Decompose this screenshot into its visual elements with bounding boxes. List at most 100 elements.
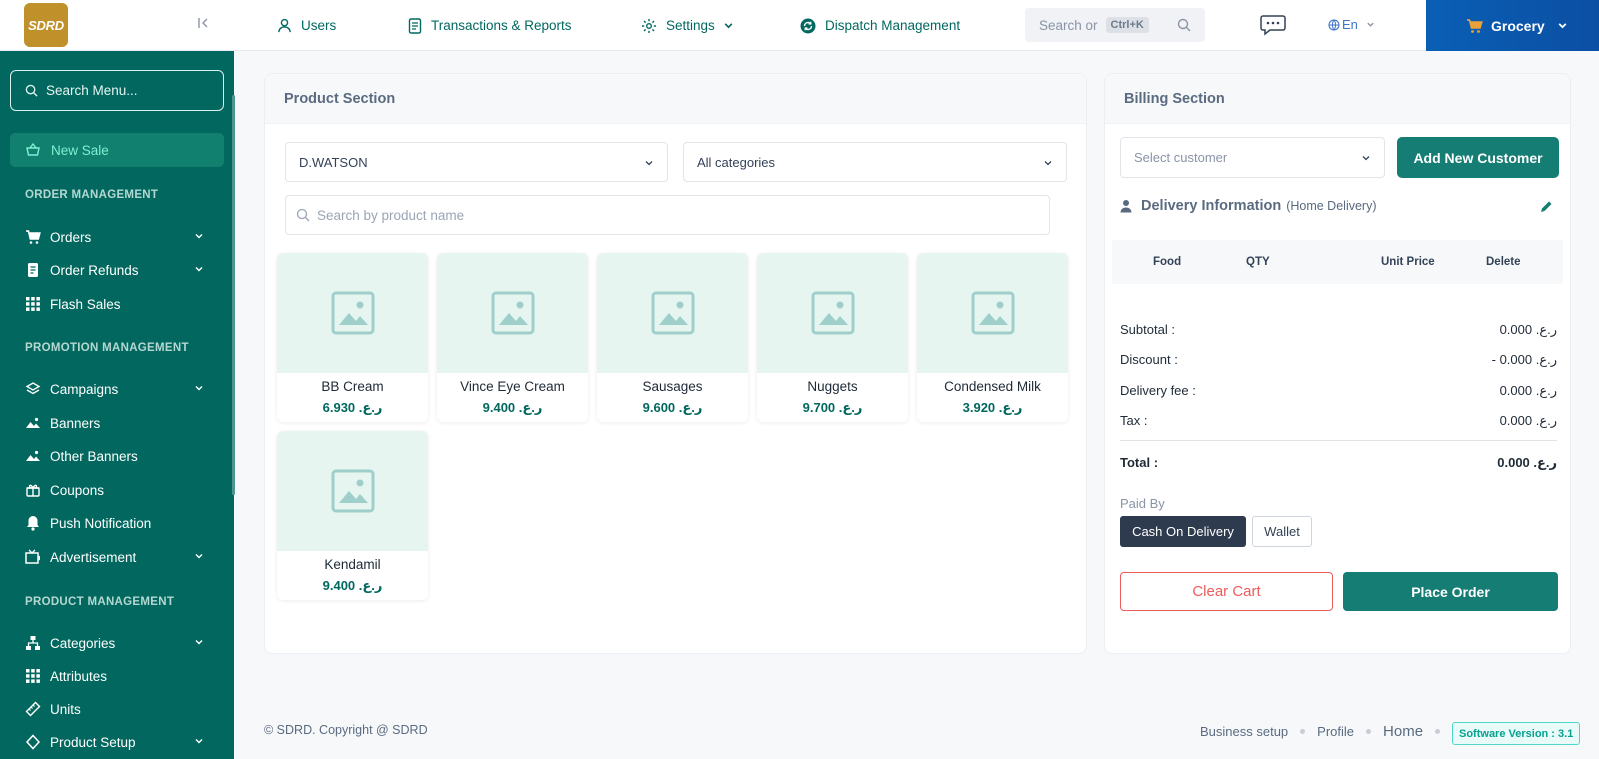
product-name: Sausages <box>642 379 703 394</box>
chevron-down-icon <box>1362 156 1370 161</box>
delivery-fee-row: Delivery fee : 0.000 .ر.ع <box>1120 383 1557 399</box>
separator-dot <box>1300 729 1306 734</box>
product-card[interactable]: Condensed Milk 3.920 .ر.ع <box>917 253 1068 422</box>
subtotal-value: 0.000 .ر.ع <box>1499 322 1557 337</box>
clear-cart-button[interactable]: Clear Cart <box>1120 572 1333 611</box>
grid-icon <box>25 296 41 312</box>
store-filter-select[interactable]: D.WATSON <box>285 142 668 182</box>
sidebar-item-order-refunds[interactable]: Order Refunds <box>0 255 234 285</box>
sidebar-item-label: Attributes <box>50 668 108 684</box>
globe-icon <box>1328 18 1340 31</box>
sidebar-item-flash-sales[interactable]: Flash Sales <box>0 289 234 319</box>
logo[interactable]: SDRD <box>24 3 68 47</box>
grid-icon <box>25 668 41 684</box>
product-image-placeholder <box>757 253 908 373</box>
subtotal-row: Subtotal : 0.000 .ر.ع <box>1120 322 1557 338</box>
nav-dispatch-management[interactable]: Dispatch Management <box>800 0 960 51</box>
chevron-down-icon <box>1367 22 1374 27</box>
product-price: 9.400 .ر.ع <box>482 400 543 415</box>
sidebar-item-new-sale[interactable]: New Sale <box>10 133 224 167</box>
product-card[interactable]: Kendamil 9.400 .ر.ع <box>277 431 428 600</box>
chevron-down-icon <box>195 554 203 559</box>
customer-select[interactable]: Select customer <box>1120 137 1385 178</box>
sidebar-item-attributes[interactable]: Attributes <box>0 661 234 691</box>
sidebar-item-units[interactable]: Units <box>0 694 234 724</box>
search-placeholder: Search or <box>1039 17 1098 33</box>
category-filter-value: All categories <box>697 154 776 170</box>
nav-label: Transactions & Reports <box>431 18 572 33</box>
sidebar-search-input[interactable]: Search Menu... <box>10 70 224 111</box>
sidebar-item-label: Banners <box>50 415 101 431</box>
product-name: Vince Eye Cream <box>460 379 565 394</box>
product-search-input[interactable]: Search by product name <box>285 195 1050 235</box>
chat-icon[interactable] <box>1260 14 1286 39</box>
cart-table-header: Food QTY Unit Price Delete <box>1112 240 1563 284</box>
nav-settings[interactable]: Settings <box>641 0 734 51</box>
user-icon <box>278 18 291 33</box>
product-card[interactable]: Vince Eye Cream 9.400 .ر.ع <box>437 253 588 422</box>
sidebar-item-product-setup[interactable]: Product Setup <box>0 727 234 757</box>
paid-by-label: Paid By <box>1120 496 1165 511</box>
wallet-button[interactable]: Wallet <box>1252 516 1312 547</box>
sidebar-item-label: Units <box>50 701 81 717</box>
chevron-down-icon <box>195 386 203 391</box>
billing-section-title: Billing Section <box>1105 74 1570 124</box>
discount-row: Discount : - 0.000 .ر.ع <box>1120 352 1557 368</box>
sidebar-item-label: Product Setup <box>50 734 136 750</box>
delivery-fee-label: Delivery fee : <box>1120 383 1196 398</box>
image-icon <box>25 415 41 431</box>
footer-link-profile[interactable]: Profile <box>1317 724 1354 739</box>
product-name: Kendamil <box>324 557 381 572</box>
sidebar-item-campaigns[interactable]: Campaigns <box>0 374 234 404</box>
gift-icon <box>25 482 41 498</box>
hierarchy-icon <box>25 635 41 651</box>
chevron-down-icon <box>195 234 203 239</box>
image-placeholder-icon <box>491 291 534 335</box>
store-select[interactable]: Grocery <box>1426 0 1599 51</box>
category-filter-select[interactable]: All categories <box>683 142 1067 182</box>
sidebar-item-label: Coupons <box>50 482 105 498</box>
footer-link-home[interactable]: Home <box>1383 723 1423 740</box>
sidebar-item-label: Advertisement <box>50 549 137 565</box>
footer-link-business-setup[interactable]: Business setup <box>1200 724 1288 739</box>
software-version-badge: Software Version : 3.1 <box>1452 722 1581 745</box>
total-value: 0.000 .ر.ع <box>1497 455 1557 470</box>
product-price: 9.400 .ر.ع <box>322 578 383 593</box>
tax-label: Tax : <box>1120 413 1148 428</box>
product-card[interactable]: Sausages 9.600 .ر.ع <box>597 253 748 422</box>
sidebar-item-orders[interactable]: Orders <box>0 222 234 252</box>
sidebar-item-banners[interactable]: Banners <box>0 408 234 438</box>
sidebar-item-push-notification[interactable]: Push Notification <box>0 508 234 538</box>
edit-icon[interactable] <box>1540 200 1553 213</box>
product-price: 3.920 .ر.ع <box>962 400 1023 415</box>
image-placeholder-icon <box>331 291 374 335</box>
store-label: Grocery <box>1491 17 1545 34</box>
product-card[interactable]: BB Cream 6.930 .ر.ع <box>277 253 428 422</box>
store-filter-value: D.WATSON <box>299 154 368 170</box>
nav-users[interactable]: Users <box>277 0 336 51</box>
cash-on-delivery-button[interactable]: Cash On Delivery <box>1120 516 1246 547</box>
shortcut-badge: Ctrl+K <box>1105 17 1149 33</box>
sidebar-item-other-banners[interactable]: Other Banners <box>0 441 234 471</box>
place-order-button[interactable]: Place Order <box>1343 572 1558 611</box>
product-section-title: Product Section <box>265 74 1086 124</box>
language-select[interactable]: En <box>1328 17 1375 32</box>
sidebar-item-categories[interactable]: Categories <box>0 628 234 658</box>
sidebar-item-label: New Sale <box>51 142 109 158</box>
global-search-input[interactable]: Search or Ctrl+K <box>1025 8 1205 42</box>
chevron-down-icon <box>195 739 203 744</box>
chevron-down-icon <box>724 23 733 29</box>
product-image-placeholder <box>277 253 428 373</box>
column-header-food: Food <box>1153 256 1182 268</box>
sidebar-item-advertisement[interactable]: Advertisement <box>0 542 234 572</box>
sidebar-scrollbar[interactable] <box>232 95 235 495</box>
add-new-customer-button[interactable]: Add New Customer <box>1397 137 1559 178</box>
nav-transactions-reports[interactable]: Transactions & Reports <box>408 0 572 51</box>
product-card[interactable]: Nuggets 9.700 .ر.ع <box>757 253 908 422</box>
product-search-placeholder: Search by product name <box>317 207 465 223</box>
sidebar-item-coupons[interactable]: Coupons <box>0 475 234 505</box>
product-image-placeholder <box>917 253 1068 373</box>
subtotal-label: Subtotal : <box>1120 322 1175 337</box>
column-header-unit-price: Unit Price <box>1381 256 1435 268</box>
collapse-sidebar-icon[interactable] <box>196 16 210 35</box>
